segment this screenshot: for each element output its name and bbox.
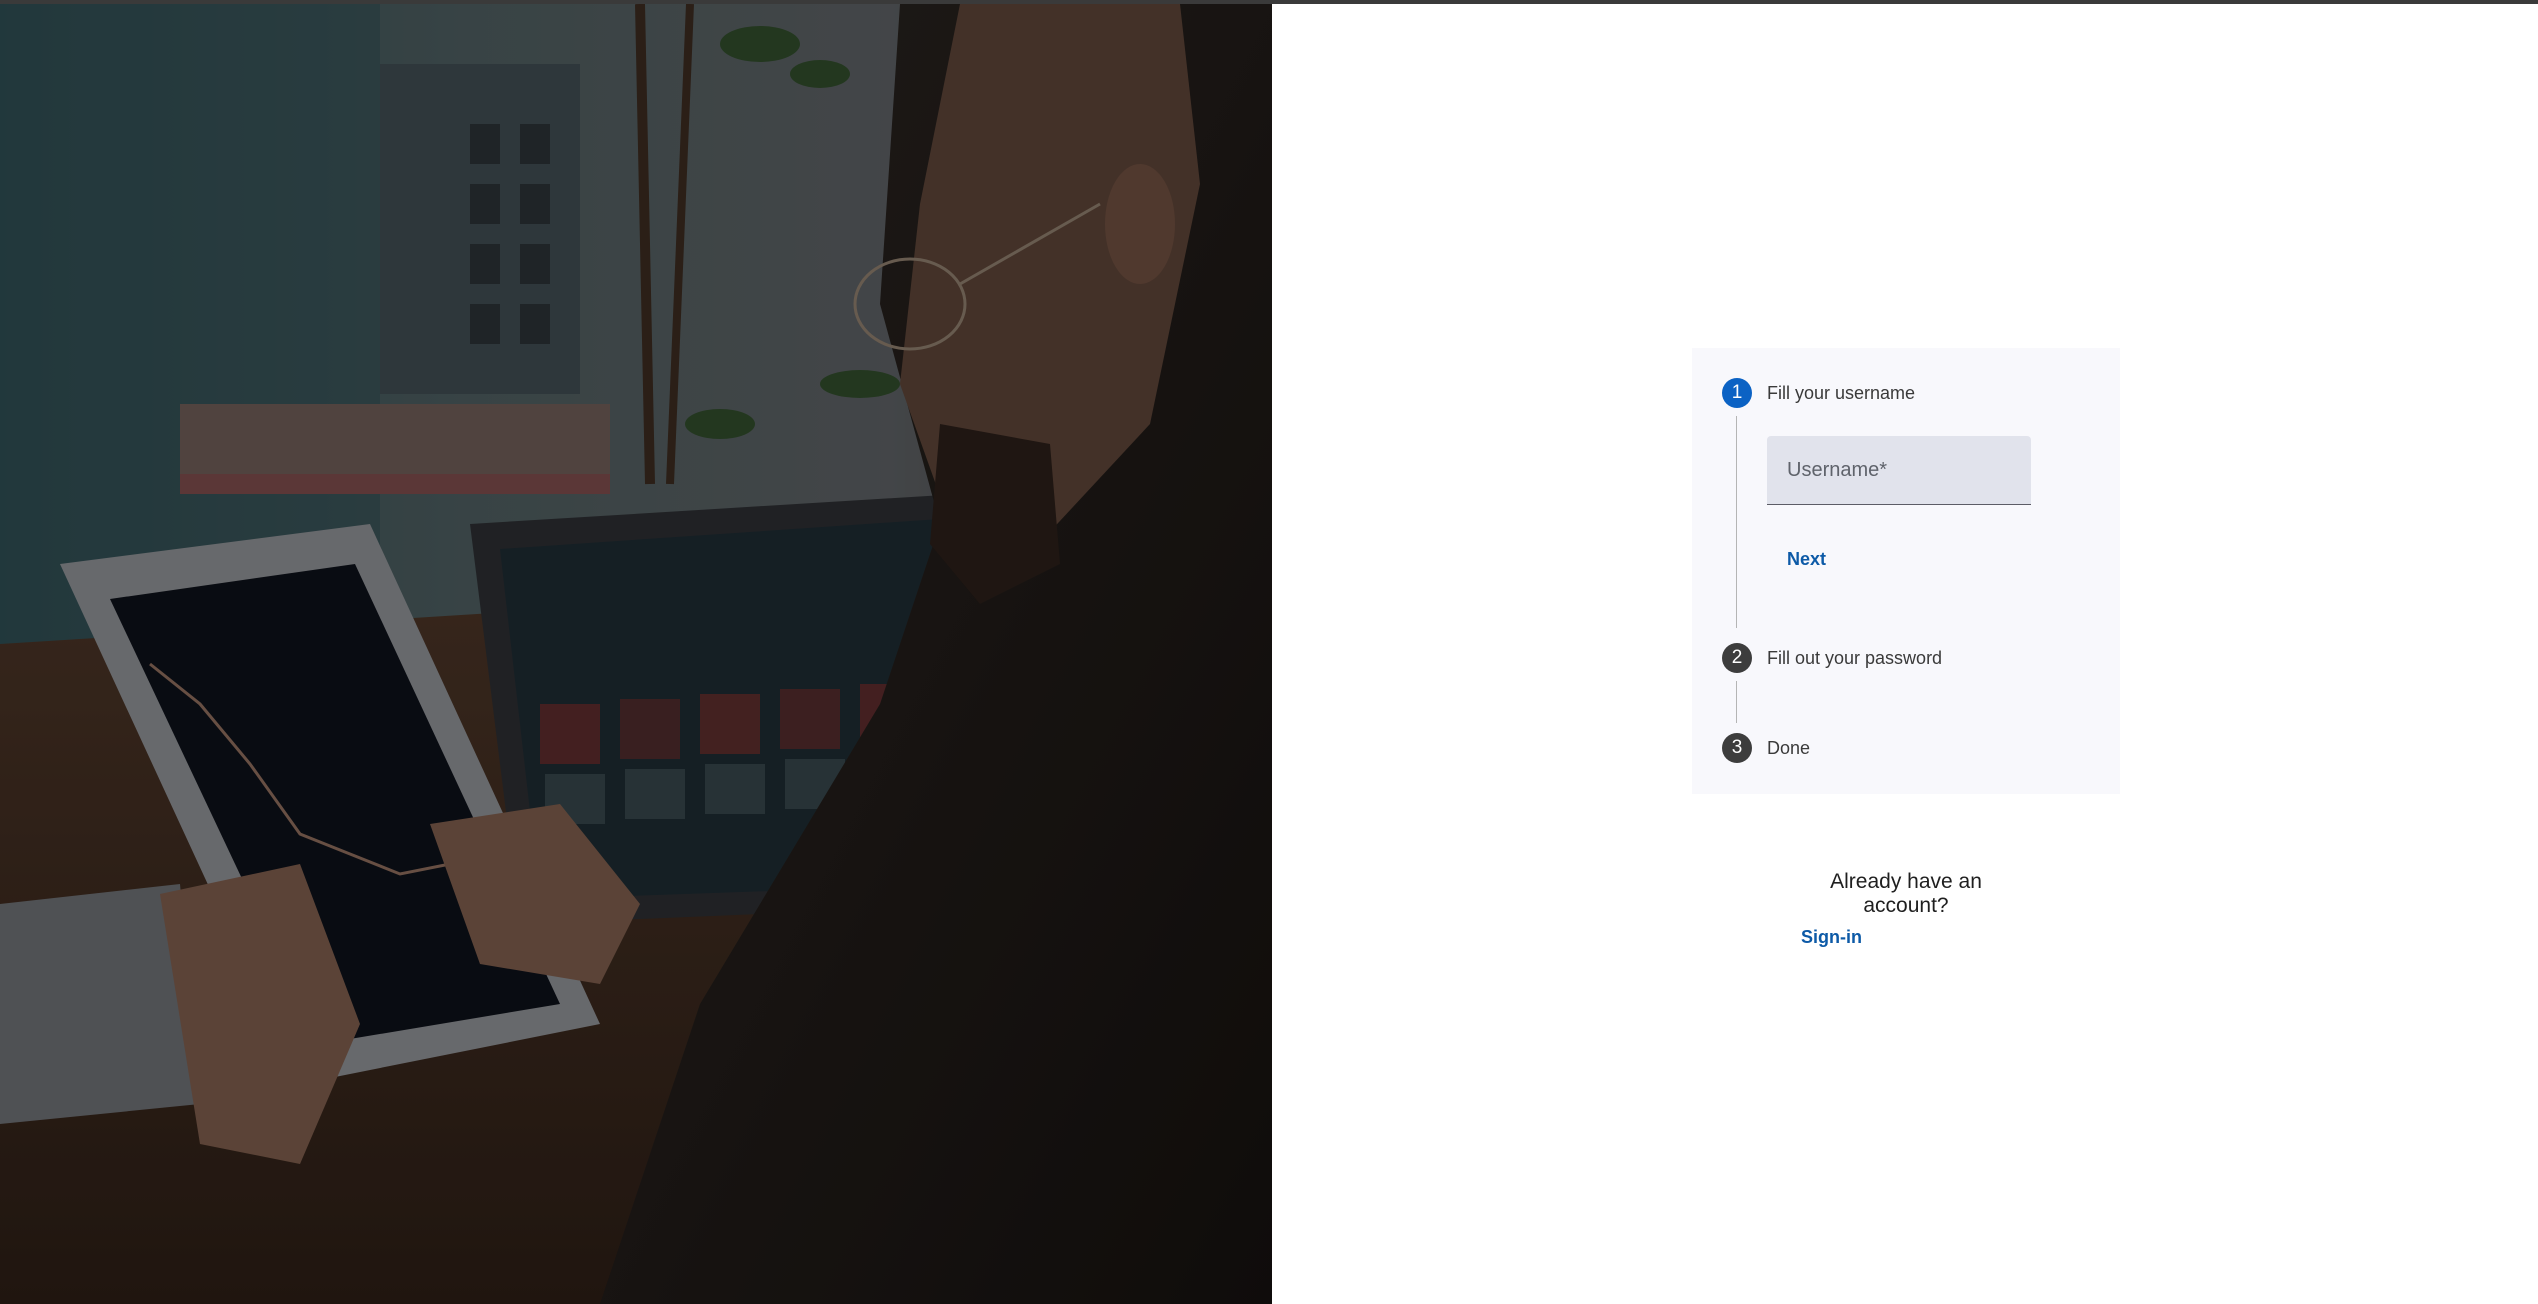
top-border	[0, 0, 2538, 4]
step-connector	[1736, 416, 1737, 628]
signup-panel: 1 Fill your username Next 2 Fill out you…	[1272, 4, 2538, 1304]
hero-photo	[0, 4, 1272, 1304]
signin-link[interactable]: Sign-in	[1801, 927, 1862, 948]
step-2-indicator: 2	[1722, 643, 1752, 673]
step-2-label: Fill out your password	[1767, 648, 1943, 668]
step-3-indicator: 3	[1722, 733, 1752, 763]
step-1-indicator: 1	[1722, 378, 1752, 408]
step-1-label: Fill your username	[1767, 383, 1916, 403]
username-input[interactable]	[1767, 436, 2031, 504]
hero-photo-illustration	[0, 4, 1272, 1304]
step-3-label: Done	[1767, 738, 1811, 758]
account-prompt: Already have an account?	[1830, 870, 1982, 917]
username-field[interactable]	[1767, 436, 2031, 505]
next-button[interactable]: Next	[1787, 549, 1826, 570]
step-connector	[1736, 681, 1737, 723]
signup-stepper: 1 Fill your username Next 2 Fill out you…	[1692, 348, 2120, 794]
